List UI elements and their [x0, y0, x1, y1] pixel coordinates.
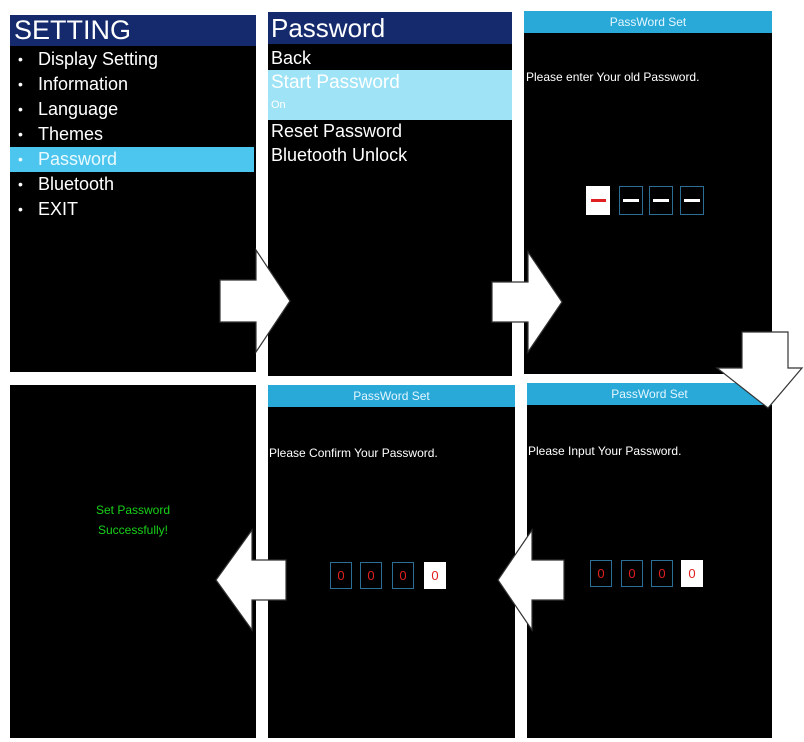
bullet-icon: •: [18, 201, 23, 217]
confirm-password-screen: PassWord Set Please Confirm Your Passwor…: [268, 385, 515, 738]
bullet-icon: •: [18, 76, 23, 92]
bullet-icon: •: [18, 126, 23, 142]
menu-item-label: Password: [38, 149, 118, 169]
menu-item-label: Bluetooth: [38, 174, 115, 194]
menu-item-label: Themes: [38, 124, 104, 144]
bullet-icon: •: [18, 176, 23, 192]
bullet-icon: •: [18, 101, 23, 117]
dash-icon: [623, 199, 639, 202]
old-password-slot-3[interactable]: [649, 186, 673, 215]
confirm-digit-4[interactable]: 0: [424, 562, 446, 589]
input-digit-4[interactable]: 0: [681, 560, 703, 587]
input-digit-3[interactable]: 0: [651, 560, 673, 587]
success-line-1: Set Password: [95, 503, 171, 517]
setting-title: SETTING: [10, 15, 256, 46]
menu-item-password[interactable]: • Password: [10, 147, 254, 172]
arrow-right-icon: [219, 248, 291, 354]
passwordset-header: PassWord Set: [524, 11, 772, 33]
old-password-prompt: Please enter Your old Password.: [526, 70, 700, 84]
menu-item-bluetooth[interactable]: • Bluetooth: [10, 172, 256, 197]
confirm-digit-2[interactable]: 0: [360, 562, 382, 589]
start-password-item[interactable]: Start Password On: [268, 70, 512, 120]
menu-item-label: EXIT: [38, 199, 79, 219]
dash-icon: [684, 199, 700, 202]
arrow-down-icon: [715, 331, 804, 409]
start-password-state: On: [271, 99, 286, 111]
menu-item-label: Language: [38, 99, 119, 119]
input-password-prompt: Please Input Your Password.: [528, 444, 682, 458]
input-digit-2[interactable]: 0: [621, 560, 643, 587]
menu-item-language[interactable]: • Language: [10, 97, 256, 122]
password-menu-screen: Password Back Start Password On Reset Pa…: [268, 12, 512, 376]
arrow-left-icon: [215, 528, 287, 632]
menu-item-label: Information: [38, 74, 129, 94]
menu-item-themes[interactable]: • Themes: [10, 122, 256, 147]
dash-icon: [653, 199, 669, 202]
menu-item-label: Display Setting: [38, 49, 159, 69]
menu-item-exit[interactable]: • EXIT: [10, 197, 256, 222]
arrow-left-icon: [497, 528, 565, 632]
menu-item-information[interactable]: • Information: [10, 72, 256, 97]
password-title: Password: [268, 12, 512, 44]
menu-item-display-setting[interactable]: • Display Setting: [10, 47, 256, 72]
old-password-slot-1[interactable]: [586, 186, 610, 215]
reset-password-item[interactable]: Reset Password: [268, 121, 512, 142]
passwordset-header: PassWord Set: [268, 385, 515, 407]
old-password-slot-4[interactable]: [680, 186, 704, 215]
confirm-digit-1[interactable]: 0: [330, 562, 352, 589]
confirm-password-prompt: Please Confirm Your Password.: [269, 446, 438, 460]
old-password-slot-2[interactable]: [619, 186, 643, 215]
back-item[interactable]: Back: [268, 48, 512, 69]
bullet-icon: •: [18, 51, 23, 67]
bullet-icon: •: [18, 151, 23, 167]
input-digit-1[interactable]: 0: [590, 560, 612, 587]
start-password-label: Start Password: [271, 72, 400, 93]
arrow-right-icon: [491, 250, 563, 354]
confirm-digit-3[interactable]: 0: [392, 562, 414, 589]
dash-icon: [591, 199, 606, 202]
bluetooth-unlock-item[interactable]: Bluetooth Unlock: [268, 145, 512, 166]
setting-menu-list: • Display Setting • Information • Language …: [10, 47, 256, 222]
